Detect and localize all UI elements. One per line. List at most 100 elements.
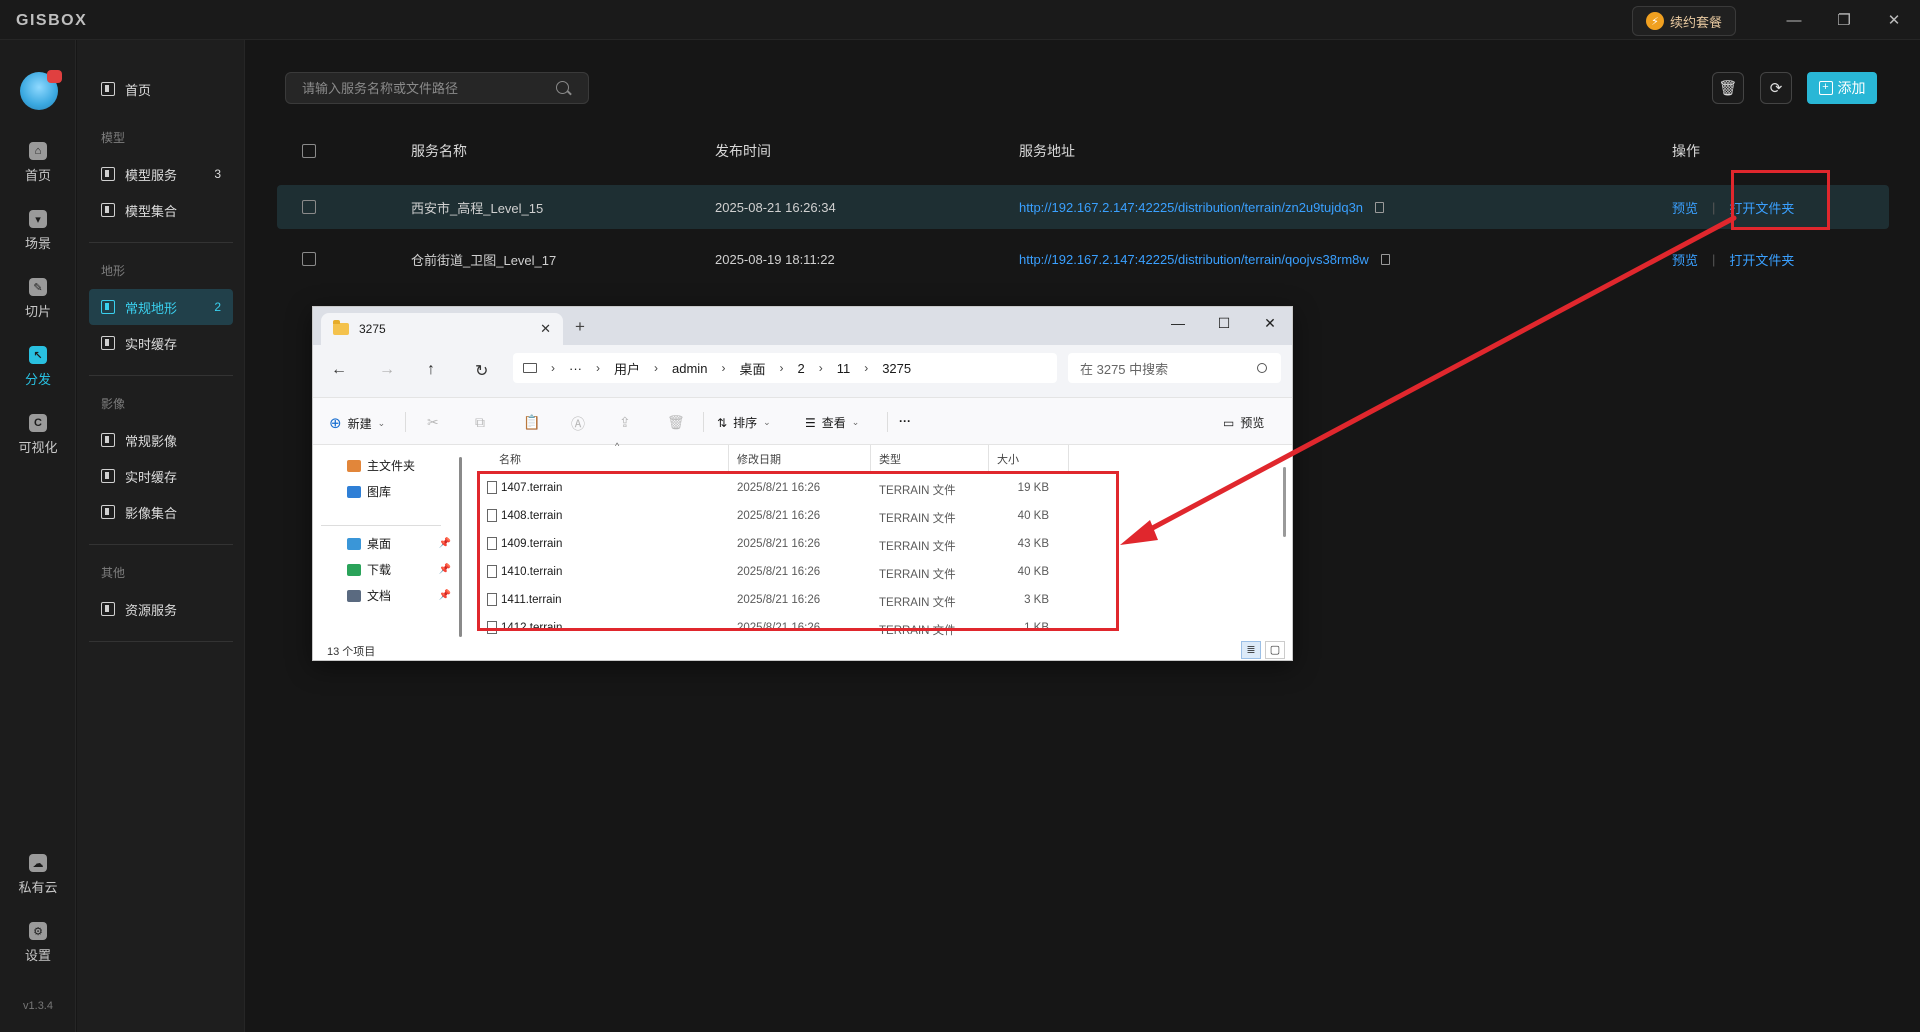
share-icon[interactable]: ⇪ [619, 414, 631, 431]
nav-desktop[interactable]: 桌面 📌 [347, 535, 451, 552]
address-bar: ← → ↑ ↻ › ··· › 用户 › admin › 桌面 › 2 › 11… [313, 345, 1292, 397]
nav-section-title: 影像 [101, 397, 126, 411]
nav-documents[interactable]: 文档 📌 [347, 587, 451, 604]
breadcrumb-item[interactable]: ··· [569, 361, 582, 376]
collection-icon [101, 505, 115, 519]
column-header-size[interactable]: 大小 [989, 445, 1069, 473]
row-checkbox[interactable] [302, 252, 316, 266]
avatar[interactable] [20, 70, 62, 110]
new-button[interactable]: ⊕ 新建 ⌄ [329, 414, 385, 432]
delete-button[interactable]: 🗑 [1712, 72, 1744, 104]
sidebar-scrollbar[interactable] [459, 457, 462, 637]
back-icon[interactable]: ← [331, 361, 347, 379]
rail-item-visualize[interactable]: C 可视化 [0, 407, 76, 463]
select-all-checkbox[interactable] [302, 144, 316, 158]
nav-item-home[interactable]: 首页 [89, 71, 233, 107]
count-badge: 3 [214, 167, 221, 181]
column-name: 服务名称 [411, 143, 467, 159]
rail-item-settings[interactable]: ⚙ 设置 [0, 915, 76, 971]
close-icon[interactable]: ✕ [1874, 8, 1914, 32]
table-row[interactable]: 仓前街道_卫图_Level_17 2025-08-19 18:11:22 htt… [277, 237, 1889, 281]
plus-icon: + [1818, 81, 1833, 95]
nav-item-terrain[interactable]: 常规地形 2 [89, 289, 233, 325]
breadcrumb-item[interactable]: 11 [837, 361, 851, 376]
pin-icon[interactable]: 📌 [439, 590, 451, 601]
terrain-icon [101, 300, 115, 314]
divider [89, 242, 233, 243]
breadcrumb-item[interactable]: admin [672, 361, 707, 376]
breadcrumb-item[interactable]: 桌面 [739, 359, 765, 378]
new-tab-icon[interactable]: + [575, 317, 585, 337]
nav-item-model-service[interactable]: 模型服务 3 [89, 156, 233, 192]
copy-icon[interactable] [1380, 253, 1390, 265]
cut-icon[interactable]: ✂ [427, 414, 439, 431]
document-icon [347, 589, 361, 602]
sidebar-label: 主文件夹 [367, 459, 416, 473]
refresh-button[interactable]: ⟳ [1760, 72, 1792, 104]
refresh-icon[interactable]: ↻ [475, 361, 488, 381]
minimize-icon[interactable]: — [1774, 8, 1814, 32]
explorer-tab[interactable]: 3275 ✕ [321, 313, 563, 345]
open-folder-link[interactable]: 打开文件夹 [1729, 250, 1794, 269]
nav-item-imagery-collection[interactable]: 影像集合 [89, 494, 233, 530]
close-tab-icon[interactable]: ✕ [540, 321, 551, 337]
home-icon: ⌂ [29, 142, 47, 160]
renew-plan-button[interactable]: ⚡ 续约套餐 [1632, 6, 1736, 36]
rail-item-private-cloud[interactable]: ☁ 私有云 [0, 847, 76, 903]
up-icon[interactable]: ↑ [427, 361, 435, 379]
column-header-type[interactable]: 类型 [871, 445, 989, 473]
nav-item-imagery-cache[interactable]: 实时缓存 [89, 458, 233, 494]
more-button[interactable]: ··· [899, 414, 911, 428]
service-url[interactable]: http://192.167.2.147:42225/distribution/… [1019, 252, 1369, 267]
service-name: 仓前街道_卫图_Level_17 [411, 252, 557, 268]
rail-item-distribute[interactable]: ↖ 分发 [0, 339, 76, 395]
forward-icon[interactable]: → [379, 361, 395, 379]
service-url[interactable]: http://192.167.2.147:42225/distribution/… [1019, 200, 1363, 215]
row-checkbox[interactable] [302, 200, 316, 214]
breadcrumb-item[interactable]: 3275 [882, 361, 911, 376]
annotation-box [1731, 170, 1830, 230]
rail-item-home[interactable]: ⌂ 首页 [0, 135, 76, 191]
rename-icon[interactable]: Ⓐ [571, 414, 585, 434]
breadcrumb[interactable]: › ··· › 用户 › admin › 桌面 › 2 › 11 › 3275 [513, 353, 1057, 383]
delete-icon[interactable]: 🗑 [667, 414, 685, 431]
pin-icon[interactable]: 📌 [439, 538, 451, 549]
explorer-search-input[interactable]: 在 3275 中搜索 [1068, 353, 1281, 383]
breadcrumb-item[interactable]: 2 [797, 361, 804, 376]
column-header-date[interactable]: 修改日期 [729, 445, 871, 473]
sidebar-label: 文档 [367, 589, 392, 603]
restore-icon[interactable]: ❐ [1824, 8, 1864, 32]
breadcrumb-item[interactable]: 用户 [614, 359, 640, 378]
preview-link[interactable]: 预览 [1672, 198, 1698, 217]
copy-icon[interactable]: ⧉ [475, 414, 485, 431]
tiles-view-icon[interactable]: ▢ [1265, 641, 1285, 659]
pin-icon[interactable]: 📌 [439, 564, 451, 575]
minimize-icon[interactable]: — [1163, 315, 1193, 331]
nav-item-terrain-cache[interactable]: 实时缓存 [89, 325, 233, 361]
copy-icon[interactable] [1375, 201, 1385, 213]
nav-gallery[interactable]: 图库 [347, 483, 451, 500]
service-search-input[interactable] [285, 72, 589, 104]
sidebar-label: 下载 [367, 563, 392, 577]
preview-pane-button[interactable]: ▭ 预览 [1223, 414, 1264, 431]
nav-item-imagery[interactable]: 常规影像 [89, 422, 233, 458]
view-label: 查看 [821, 416, 846, 430]
rail-item-slice[interactable]: ✎ 切片 [0, 271, 76, 327]
preview-link[interactable]: 预览 [1672, 250, 1698, 269]
nav-downloads[interactable]: 下载 📌 [347, 561, 451, 578]
details-view-icon[interactable]: ≣ [1241, 641, 1261, 659]
nav-item-model-collection[interactable]: 模型集合 [89, 192, 233, 228]
nav-item-resource-service[interactable]: 资源服务 [89, 591, 233, 627]
sort-button[interactable]: ⇅ 排序 ⌄ [717, 414, 771, 431]
close-icon[interactable]: ✕ [1255, 315, 1285, 332]
file-list-scrollbar[interactable] [1283, 467, 1286, 537]
add-button[interactable]: + 添加 [1807, 72, 1877, 104]
table-row[interactable]: 西安市_高程_Level_15 2025-08-21 16:26:34 http… [277, 185, 1889, 229]
view-button[interactable]: ☰ 查看 ⌄ [805, 414, 859, 431]
nav-home-folder[interactable]: 主文件夹 [347, 457, 451, 474]
model-icon [101, 167, 115, 181]
paste-icon[interactable]: 📋 [523, 414, 540, 431]
column-header-name[interactable]: 名称 [471, 445, 729, 473]
rail-item-scene[interactable]: ▾ 场景 [0, 203, 76, 259]
maximize-icon[interactable]: ☐ [1209, 315, 1239, 332]
